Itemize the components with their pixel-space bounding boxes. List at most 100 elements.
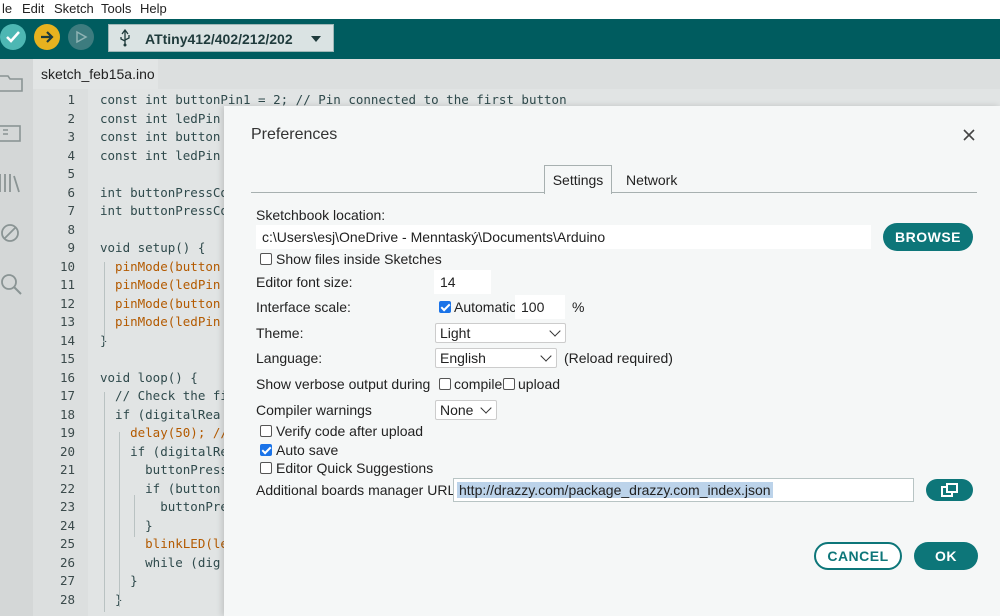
line-number: 10: [59, 258, 75, 274]
compiler-warnings-select[interactable]: None: [435, 400, 497, 420]
arrow-right-icon: [41, 31, 54, 43]
verbose-compile-checkbox[interactable]: [439, 378, 451, 390]
code-line: // Check the fi: [100, 388, 228, 403]
upload-button[interactable]: [34, 24, 60, 50]
board-selector[interactable]: ATtiny412/402/212/202: [108, 24, 334, 52]
chevron-down-icon: [311, 36, 321, 42]
automatic-scale-checkbox[interactable]: [439, 301, 451, 313]
line-number: 18: [59, 406, 75, 422]
cancel-button[interactable]: CANCEL: [814, 542, 902, 570]
line-number: 15: [59, 351, 75, 366]
sketchbook-path-value: c:\Users\esj\OneDrive - Menntaský\Docume…: [262, 229, 606, 245]
browse-button[interactable]: BROWSE: [883, 223, 973, 251]
code-line: const int button: [100, 129, 221, 144]
line-number: 20: [59, 443, 75, 459]
line-number: 2: [67, 110, 75, 126]
line-number: 27: [59, 573, 75, 588]
library-icon[interactable]: [0, 171, 24, 195]
quick-suggestions-checkbox[interactable]: [260, 462, 272, 474]
quick-suggestions-label: Editor Quick Suggestions: [276, 460, 434, 476]
code-line: pinMode(ledPin: [100, 277, 221, 292]
open-window-icon: [941, 483, 958, 497]
menu-help[interactable]: Help: [140, 1, 167, 16]
code-line: const int ledPin: [100, 110, 221, 126]
code-line: void loop() {: [100, 369, 198, 385]
editor-tabstrip: [33, 59, 1000, 89]
menu-sketch[interactable]: Sketch: [54, 1, 94, 16]
theme-select[interactable]: Light: [435, 323, 566, 343]
code-line: const int buttonPin1 = 2; // Pin connect…: [100, 92, 567, 107]
line-number: 5: [67, 166, 75, 181]
line-number: 14: [59, 332, 75, 348]
open-url-list-button[interactable]: [926, 479, 973, 501]
menu-tools[interactable]: Tools: [101, 1, 131, 16]
font-size-label: Editor font size:: [256, 274, 353, 290]
menu-edit[interactable]: Edit: [22, 1, 44, 16]
check-icon: [6, 31, 20, 43]
theme-value: Light: [440, 325, 471, 341]
language-select[interactable]: English: [435, 348, 557, 368]
code-line: int buttonPressCo: [100, 184, 228, 200]
chevron-down-icon: [480, 402, 492, 414]
toolbar: ATtiny412/402/212/202: [0, 19, 1000, 59]
code-line: int buttonPressCo: [100, 203, 228, 218]
verify-after-upload-label: Verify code after upload: [276, 423, 424, 439]
language-label: Language:: [256, 350, 323, 366]
font-size-value: 14: [440, 274, 456, 290]
line-number: 23: [59, 499, 75, 514]
chevron-down-icon: [549, 325, 561, 337]
line-number: 19: [59, 425, 75, 440]
scale-value-field[interactable]: 100: [515, 295, 565, 319]
search-icon[interactable]: [0, 272, 24, 296]
boards-url-field[interactable]: http://drazzy.com/package_drazzy.com_ind…: [453, 478, 914, 502]
show-files-checkbox[interactable]: [260, 253, 272, 265]
verify-after-upload-checkbox[interactable]: [260, 425, 272, 437]
code-line: const int ledPin: [100, 147, 221, 163]
line-number: 9: [67, 240, 75, 255]
boards-url-label: Additional boards manager URLs:: [256, 482, 467, 498]
line-number: 1: [67, 92, 75, 107]
line-number: 13: [59, 314, 75, 329]
menu-bar: le Edit Sketch Tools Help: [0, 0, 1000, 19]
auto-save-checkbox[interactable]: [260, 444, 272, 456]
sketch-tab[interactable]: sketch_feb15a.ino: [33, 59, 158, 89]
scale-value: 100: [521, 299, 545, 315]
verify-button[interactable]: [0, 24, 26, 50]
tab-settings[interactable]: Settings: [544, 165, 612, 194]
reload-note: (Reload required): [564, 350, 673, 366]
close-icon[interactable]: [960, 126, 978, 144]
font-size-field[interactable]: 14: [434, 270, 491, 294]
folder-icon[interactable]: [0, 71, 24, 95]
language-value: English: [440, 350, 486, 366]
menu-file[interactable]: le: [2, 1, 12, 16]
compiler-warnings-label: Compiler warnings: [256, 402, 372, 418]
ok-button[interactable]: OK: [914, 542, 978, 570]
interface-scale-label: Interface scale:: [256, 299, 351, 315]
tab-network[interactable]: Network: [626, 172, 677, 188]
line-number: 28: [59, 591, 75, 607]
line-number: 24: [59, 517, 75, 533]
code-line: void setup() {: [100, 240, 206, 255]
sketchbook-label: Sketchbook location:: [256, 207, 386, 223]
chevron-down-icon: [540, 350, 552, 362]
verbose-label: Show verbose output during: [256, 376, 431, 392]
sketch-tab-label: sketch_feb15a.ino: [41, 66, 155, 82]
indent-guide: [134, 495, 135, 537]
code-line: pinMode(ledPin: [100, 314, 221, 329]
line-number: 22: [59, 480, 75, 496]
line-number: 21: [59, 462, 75, 477]
code-line: pinMode(button: [100, 258, 221, 274]
line-number: 25: [59, 536, 75, 551]
sketchbook-path-field[interactable]: c:\Users\esj\OneDrive - Menntaský\Docume…: [256, 225, 871, 249]
debug-button[interactable]: [68, 24, 94, 50]
verbose-upload-checkbox[interactable]: [503, 378, 515, 390]
board-manager-icon[interactable]: [0, 121, 24, 145]
verbose-compile-label: compile: [454, 376, 503, 392]
show-files-label: Show files inside Sketches: [276, 251, 442, 267]
line-number: 11: [59, 277, 75, 292]
debug-disabled-icon[interactable]: [0, 221, 24, 245]
preferences-dialog: Preferences Settings Network Sketchbook …: [224, 106, 1000, 616]
indent-guide: [104, 262, 105, 344]
tab-divider: [251, 192, 977, 193]
theme-label: Theme:: [256, 325, 304, 341]
